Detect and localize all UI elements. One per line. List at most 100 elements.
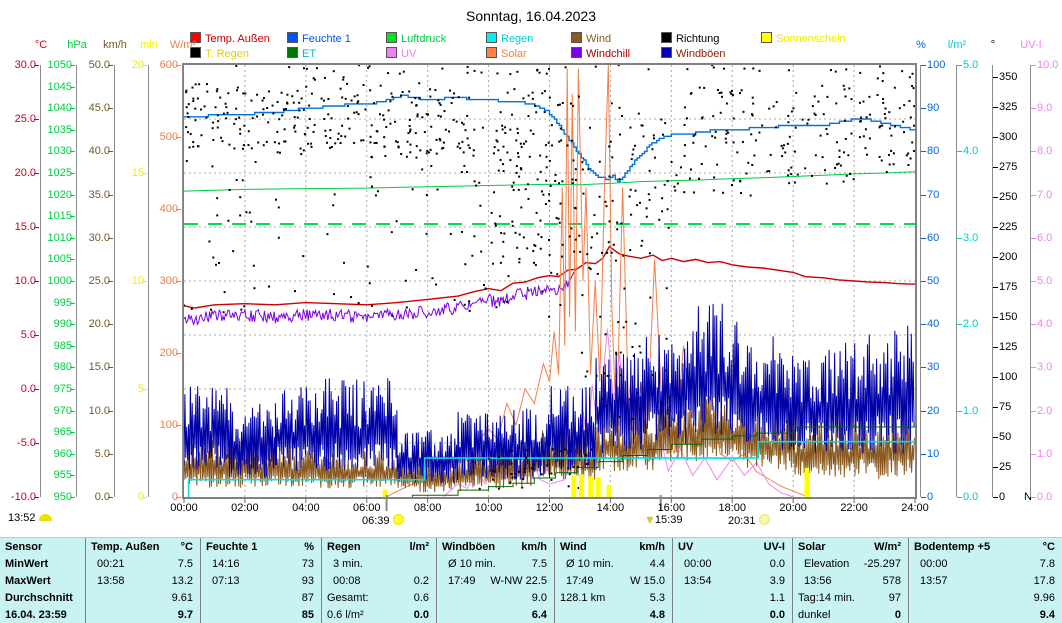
direction-dot xyxy=(882,102,884,104)
direction-dot xyxy=(323,118,325,120)
table-column-Feuchte 1: Feuchte 1%14:167307:13938785 xyxy=(201,538,322,623)
series-Windchill xyxy=(184,269,575,324)
direction-dot xyxy=(843,181,845,183)
axis-label: 10 xyxy=(927,448,939,460)
direction-dot xyxy=(913,150,915,152)
table-column-Temp. Außen: Temp. Außen°C00:217.513:5813.29.619.7 xyxy=(86,538,201,623)
direction-dot xyxy=(608,175,610,177)
axis-label: -10.0 xyxy=(11,491,36,503)
direction-dot xyxy=(229,189,231,191)
direction-dot xyxy=(453,119,455,121)
direction-dot xyxy=(768,108,770,110)
axis-unit-hPa: hPa xyxy=(60,39,94,51)
direction-dot xyxy=(571,140,573,142)
direction-dot xyxy=(733,141,735,143)
direction-dot xyxy=(340,88,342,90)
direction-dot xyxy=(556,217,558,219)
direction-dot xyxy=(558,218,560,220)
axis-tick xyxy=(921,497,926,498)
direction-dot xyxy=(911,85,913,87)
direction-dot xyxy=(513,88,515,90)
direction-dot xyxy=(334,193,336,195)
direction-dot xyxy=(243,125,245,127)
direction-dot xyxy=(409,151,411,153)
direction-dot xyxy=(693,191,695,193)
direction-dot xyxy=(463,123,465,125)
x-axis-label: 10:00 xyxy=(475,502,503,514)
direction-dot xyxy=(568,485,570,487)
direction-dot xyxy=(406,306,408,308)
direction-dot xyxy=(450,233,452,235)
direction-dot xyxy=(337,138,339,140)
direction-dot xyxy=(541,190,543,192)
direction-dot xyxy=(305,86,307,88)
direction-dot xyxy=(674,190,676,192)
direction-dot xyxy=(527,198,529,200)
direction-dot xyxy=(321,98,323,100)
direction-dot xyxy=(726,103,728,105)
direction-dot xyxy=(239,128,241,130)
direction-dot xyxy=(480,251,482,253)
axis-tick xyxy=(1031,238,1036,239)
direction-dot xyxy=(843,85,845,87)
direction-dot xyxy=(403,71,405,73)
direction-dot xyxy=(496,141,498,143)
direction-dot xyxy=(311,93,313,95)
axis-tick xyxy=(993,377,998,378)
direction-dot xyxy=(228,144,230,146)
direction-dot xyxy=(632,418,634,420)
direction-dot xyxy=(752,67,754,69)
direction-dot xyxy=(711,135,713,137)
axis-line-l/m² xyxy=(956,65,957,497)
direction-dot xyxy=(389,100,391,102)
chart-plot-area[interactable] xyxy=(0,0,1062,623)
direction-dot xyxy=(424,131,426,133)
axis-tick xyxy=(921,195,926,196)
direction-dot xyxy=(649,297,651,299)
direction-dot xyxy=(545,156,547,158)
axis-label: 20 xyxy=(132,59,144,71)
direction-dot xyxy=(235,108,237,110)
direction-dot xyxy=(437,99,439,101)
direction-dot xyxy=(391,231,393,233)
direction-dot xyxy=(479,205,481,207)
axis-label: 1035 xyxy=(48,124,72,136)
direction-dot xyxy=(619,178,621,180)
direction-dot xyxy=(223,113,225,115)
direction-dot xyxy=(371,124,373,126)
direction-dot xyxy=(200,134,202,136)
direction-dot xyxy=(504,132,506,134)
direction-dot xyxy=(533,463,535,465)
direction-dot xyxy=(593,214,595,216)
direction-dot xyxy=(509,73,511,75)
direction-dot xyxy=(511,221,513,223)
direction-dot xyxy=(569,473,571,475)
direction-dot xyxy=(884,107,886,109)
direction-dot xyxy=(636,204,638,206)
direction-dot xyxy=(821,85,823,87)
axis-tick xyxy=(1031,108,1036,109)
table-cell: Temp. Außen°C xyxy=(86,538,200,555)
direction-dot xyxy=(502,128,504,130)
direction-dot xyxy=(274,141,276,143)
direction-dot xyxy=(307,143,309,145)
direction-dot xyxy=(324,77,326,79)
direction-dot xyxy=(302,255,304,257)
table-cell: 9.7 xyxy=(86,607,200,623)
axis-label: 995 xyxy=(54,297,72,309)
axis-label: 80 xyxy=(927,145,939,157)
direction-dot xyxy=(414,97,416,99)
direction-dot xyxy=(747,162,749,164)
direction-dot xyxy=(701,163,703,165)
direction-dot xyxy=(242,179,244,181)
cell-value: 73 xyxy=(302,558,314,570)
direction-dot xyxy=(906,154,908,156)
axis-tick xyxy=(921,108,926,109)
direction-dot xyxy=(219,97,221,99)
direction-dot xyxy=(684,124,686,126)
axis-label: 10.0 xyxy=(1037,59,1058,71)
axis-label: 600 xyxy=(160,59,178,71)
moonrise-time: 15:39 xyxy=(655,514,683,526)
direction-dot xyxy=(469,147,471,149)
direction-dot xyxy=(699,87,701,89)
